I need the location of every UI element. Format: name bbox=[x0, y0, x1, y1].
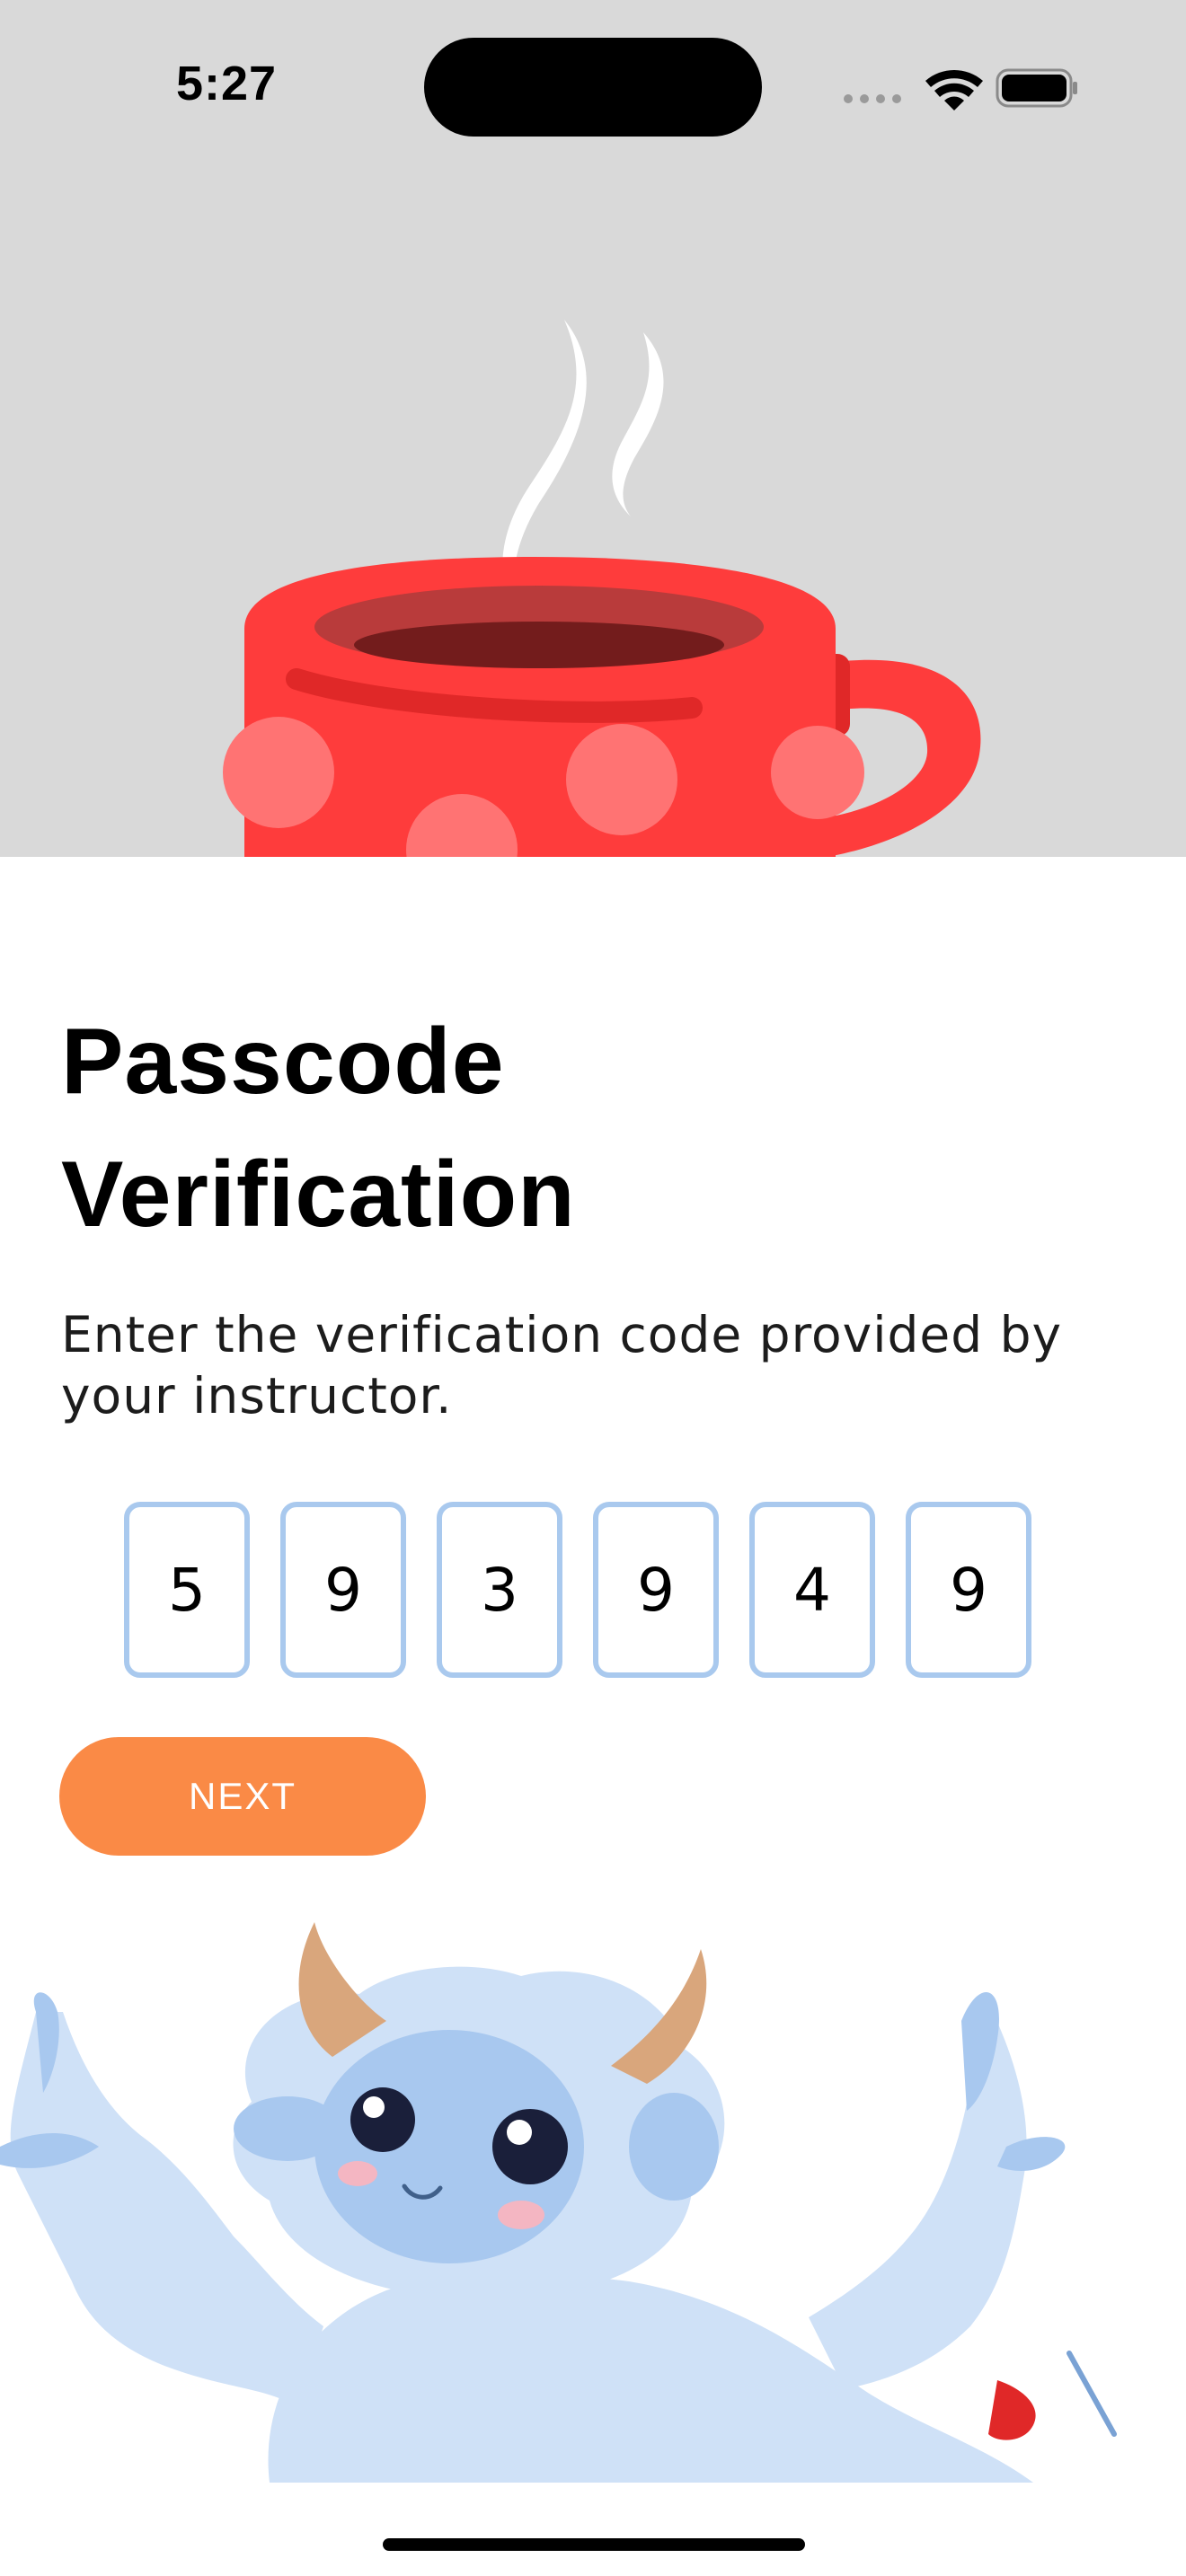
status-time: 5:27 bbox=[176, 57, 278, 110]
code-digit-2[interactable]: 9 bbox=[280, 1502, 406, 1678]
status-icons bbox=[844, 68, 1077, 110]
wifi-icon bbox=[925, 70, 983, 110]
page-title-line2: Verification bbox=[61, 1142, 576, 1247]
dynamic-island bbox=[424, 38, 762, 137]
cellular-dots-icon bbox=[844, 94, 901, 103]
page-title: Passcode Verification bbox=[61, 995, 1121, 1261]
page-title-line1: Passcode bbox=[61, 1010, 505, 1114]
home-indicator bbox=[383, 2538, 805, 2551]
code-digit-1[interactable]: 5 bbox=[124, 1502, 250, 1678]
code-digit-6[interactable]: 9 bbox=[906, 1502, 1031, 1678]
hero-banner: 5:27 bbox=[0, 0, 1186, 857]
code-digit-3[interactable]: 3 bbox=[437, 1502, 562, 1678]
next-button[interactable]: NEXT bbox=[59, 1737, 426, 1856]
instruction-text: Enter the verification code provided by … bbox=[61, 1306, 1063, 1425]
yeti-mascot-illustration bbox=[0, 1922, 1117, 2483]
battery-icon bbox=[996, 68, 1077, 108]
code-digit-5[interactable]: 4 bbox=[749, 1502, 875, 1678]
code-digit-4[interactable]: 9 bbox=[593, 1502, 719, 1678]
status-bar: 5:27 bbox=[0, 0, 1186, 171]
